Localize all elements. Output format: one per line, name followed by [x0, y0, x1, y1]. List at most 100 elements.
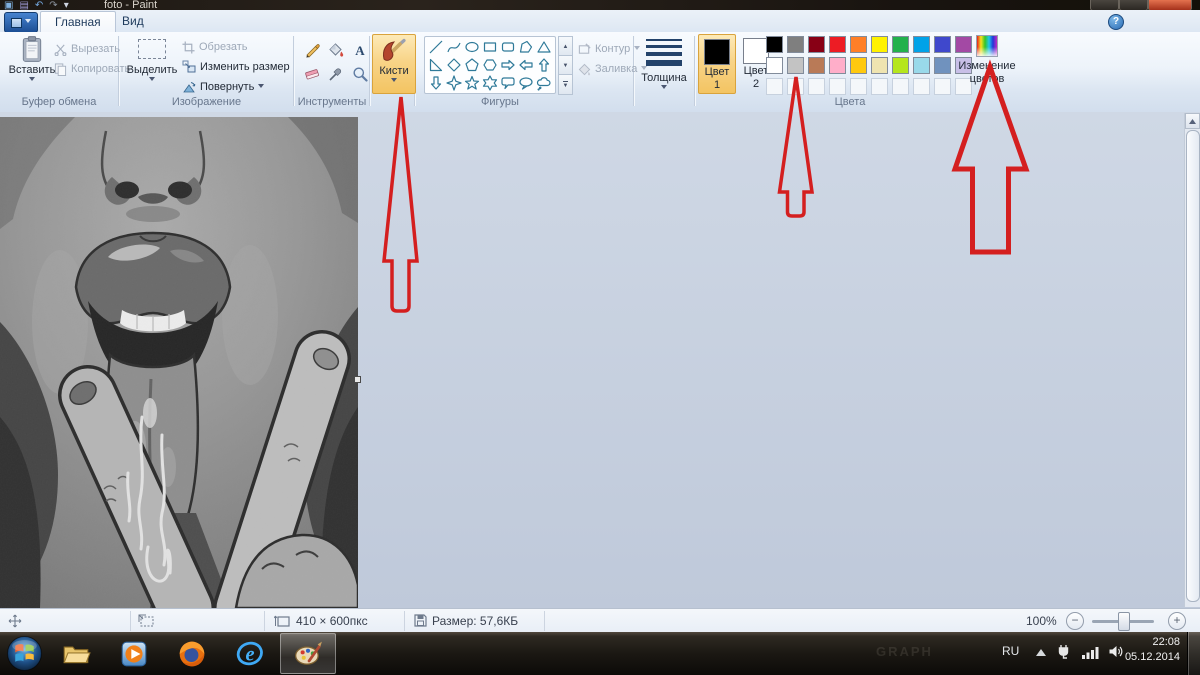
copy-button[interactable]: Копировать: [54, 61, 130, 77]
shape-pentagon[interactable]: [464, 57, 482, 75]
tray-clock[interactable]: 22:08 05.12.2014: [1120, 635, 1180, 665]
tab-home[interactable]: Главная: [40, 11, 116, 33]
shape-callout-rounded[interactable]: [500, 75, 518, 93]
pencil-tool[interactable]: [300, 38, 324, 62]
palette-swatch[interactable]: [829, 57, 846, 74]
palette-swatch[interactable]: [934, 36, 951, 53]
paste-button[interactable]: Вставить: [8, 35, 56, 84]
tray-network-icon[interactable]: [1082, 646, 1100, 659]
palette-swatch[interactable]: [871, 57, 888, 74]
fill-tool[interactable]: [324, 38, 348, 62]
shapes-expand-button[interactable]: ▼: [558, 74, 573, 95]
palette-empty-slot[interactable]: [934, 78, 951, 95]
palette-empty-slot[interactable]: [829, 78, 846, 95]
application-menu-button[interactable]: [4, 12, 38, 33]
shape-star-4[interactable]: [446, 75, 464, 93]
size-button[interactable]: Толщина: [636, 35, 692, 92]
shape-arrow-up[interactable]: [536, 57, 554, 75]
shapes-scroll-down-button[interactable]: ▼: [558, 55, 573, 76]
help-icon[interactable]: ?: [1108, 14, 1124, 30]
magnifier-tool[interactable]: [348, 62, 372, 86]
select-button[interactable]: Выделить: [126, 35, 178, 84]
palette-swatch[interactable]: [766, 36, 783, 53]
shape-rounded-rectangle[interactable]: [500, 39, 518, 57]
shape-curve[interactable]: [446, 39, 464, 57]
taskbar-firefox-button[interactable]: [164, 633, 220, 674]
palette-swatch[interactable]: [913, 36, 930, 53]
palette-empty-slot[interactable]: [850, 78, 867, 95]
shape-diamond[interactable]: [446, 57, 464, 75]
start-button[interactable]: [3, 633, 45, 674]
color1-button[interactable]: Цвет 1: [698, 34, 736, 94]
shapes-scroll-up-button[interactable]: ▲: [558, 36, 573, 57]
palette-swatch[interactable]: [871, 36, 888, 53]
palette-empty-slot[interactable]: [913, 78, 930, 95]
brushes-button[interactable]: Кисти: [372, 34, 416, 94]
palette-swatch[interactable]: [808, 36, 825, 53]
palette-swatch[interactable]: [892, 36, 909, 53]
scroll-up-button[interactable]: [1185, 113, 1200, 129]
shape-polygon[interactable]: [518, 39, 536, 57]
shape-arrow-left[interactable]: [518, 57, 536, 75]
palette-swatch[interactable]: [913, 57, 930, 74]
canvas[interactable]: [0, 117, 358, 608]
palette-swatch[interactable]: [787, 36, 804, 53]
palette-empty-slot[interactable]: [787, 78, 804, 95]
color-picker-tool[interactable]: [324, 62, 348, 86]
shape-star-6[interactable]: [482, 75, 500, 93]
palette-empty-slot[interactable]: [808, 78, 825, 95]
edit-colors-button[interactable]: Изменение цветов: [952, 35, 1022, 85]
tray-hidden-icons-button[interactable]: [1036, 649, 1046, 656]
eraser-tool[interactable]: [300, 62, 324, 86]
shape-triangle[interactable]: [536, 39, 554, 57]
taskbar-internet-explorer-button[interactable]: e: [222, 633, 278, 674]
zoom-slider-handle[interactable]: [1118, 612, 1130, 631]
shape-star-5[interactable]: [464, 75, 482, 93]
cut-button[interactable]: Вырезать: [54, 41, 120, 57]
crop-button[interactable]: Обрезать: [182, 39, 248, 55]
rotate-button[interactable]: Повернуть: [182, 79, 264, 95]
resize-button[interactable]: Изменить размер: [182, 59, 290, 75]
file-size-icon: [414, 614, 427, 627]
palette-swatch[interactable]: [850, 36, 867, 53]
taskbar-paint-button[interactable]: [280, 633, 336, 674]
tray-language-indicator[interactable]: RU: [1002, 644, 1019, 658]
tray-power-icon[interactable]: [1056, 644, 1072, 660]
palette-empty-slot[interactable]: [892, 78, 909, 95]
shape-arrow-right[interactable]: [500, 57, 518, 75]
save-button[interactable]: ▤: [19, 0, 28, 10]
shape-line[interactable]: [428, 39, 446, 57]
palette-swatch[interactable]: [787, 57, 804, 74]
shape-callout-oval[interactable]: [518, 75, 536, 93]
zoom-in-button[interactable]: +: [1168, 612, 1186, 630]
palette-swatch[interactable]: [808, 57, 825, 74]
canvas-resize-handle[interactable]: [354, 376, 361, 383]
shape-arrow-down[interactable]: [428, 75, 446, 93]
shape-rectangle[interactable]: [482, 39, 500, 57]
palette-empty-slot[interactable]: [766, 78, 783, 95]
shape-ellipse[interactable]: [464, 39, 482, 57]
undo-button[interactable]: ↶: [35, 0, 43, 10]
chevron-down-icon: [661, 85, 667, 92]
qat-dropdown[interactable]: ▾: [64, 0, 69, 10]
palette-swatch[interactable]: [766, 57, 783, 74]
shape-callout-cloud[interactable]: [536, 75, 554, 93]
text-tool[interactable]: A: [348, 38, 372, 62]
redo-button[interactable]: ↷: [49, 0, 57, 10]
show-desktop-button[interactable]: [1187, 632, 1200, 675]
tab-view[interactable]: Вид: [108, 11, 158, 32]
zoom-out-button[interactable]: −: [1066, 612, 1084, 630]
palette-swatch[interactable]: [850, 57, 867, 74]
palette-empty-slot[interactable]: [871, 78, 888, 95]
outline-button[interactable]: Контур: [578, 41, 640, 57]
palette-swatch[interactable]: [934, 57, 951, 74]
palette-swatch[interactable]: [892, 57, 909, 74]
taskbar-media-player-button[interactable]: [106, 633, 162, 674]
palette-swatch[interactable]: [829, 36, 846, 53]
vertical-scrollbar[interactable]: [1184, 113, 1200, 607]
shape-hexagon[interactable]: [482, 57, 500, 75]
shape-right-triangle[interactable]: [428, 57, 446, 75]
taskbar-explorer-button[interactable]: [48, 633, 104, 674]
fill-bucket-icon: [328, 42, 344, 58]
scrollbar-thumb[interactable]: [1186, 130, 1200, 602]
